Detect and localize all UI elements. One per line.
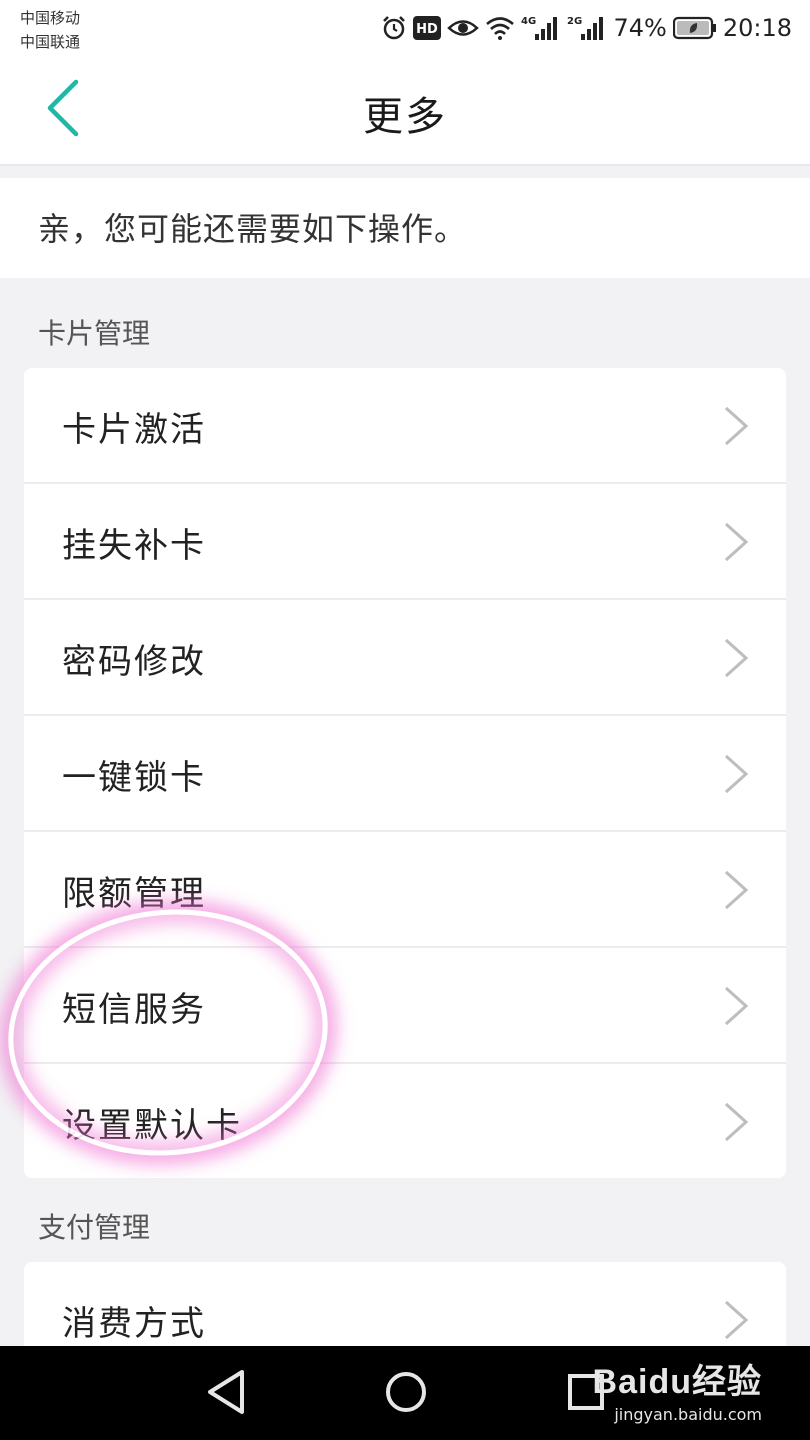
page-title: 更多 — [363, 94, 447, 140]
system-nav-bar: Baidu经验 jingyan.baidu.com — [0, 1346, 810, 1440]
alarm-icon — [383, 16, 406, 40]
net-1-label: 4G — [521, 16, 536, 27]
hd-text: HD — [417, 22, 439, 37]
list-item-sms-service[interactable]: 短信服务 — [24, 948, 786, 1064]
status-bar: 中国移动 中国联通 HD 4G 2G 74% 20:18 — [0, 0, 810, 60]
section-title-payment-management: 支付管理 — [38, 1211, 151, 1244]
nav-bar: 更多 — [0, 60, 810, 166]
list-item-lock-card[interactable]: 一键锁卡 — [24, 716, 786, 832]
list-item-change-password[interactable]: 密码修改 — [24, 600, 786, 716]
item-label: 短信服务 — [62, 990, 206, 1030]
chevron-right-icon — [724, 638, 749, 678]
wifi-icon — [486, 17, 515, 40]
carrier-2: 中国联通 — [20, 33, 81, 51]
triangle-back-icon[interactable] — [204, 1368, 248, 1416]
card-management-list: 卡片激活 挂失补卡 密码修改 一键锁卡 限额管理 短信服务 设置默认卡 — [24, 368, 786, 1178]
baidu-watermark: Baidu经验 jingyan.baidu.com — [593, 1354, 762, 1424]
signal-4g-icon: 4G — [521, 16, 558, 40]
carrier-1: 中国移动 — [20, 9, 81, 27]
chevron-right-icon — [724, 986, 749, 1026]
watermark-brand: Baidu经验 — [592, 1363, 762, 1401]
watermark-url: jingyan.baidu.com — [614, 1405, 762, 1424]
chevron-right-icon — [724, 1102, 749, 1142]
signal-2g-icon: 2G — [567, 16, 604, 40]
chevron-right-icon — [724, 754, 749, 794]
section-title-card-management: 卡片管理 — [38, 317, 151, 350]
item-label: 设置默认卡 — [62, 1106, 242, 1146]
item-label: 卡片激活 — [62, 410, 206, 450]
battery-percent: 74% — [613, 14, 667, 42]
hd-icon: HD — [413, 16, 442, 40]
list-item-report-loss[interactable]: 挂失补卡 — [24, 484, 786, 600]
chevron-right-icon — [724, 1300, 749, 1340]
item-label: 限额管理 — [62, 874, 206, 914]
status-icons: HD 4G 2G 74% 20:18 — [381, 10, 792, 46]
item-label: 一键锁卡 — [62, 758, 206, 798]
list-item-default-card[interactable]: 设置默认卡 — [24, 1064, 786, 1178]
item-label: 挂失补卡 — [62, 526, 206, 566]
chevron-right-icon — [724, 870, 749, 910]
eye-icon — [447, 20, 480, 36]
intro-banner: 亲，您可能还需要如下操作。 — [0, 178, 810, 278]
chevron-right-icon — [724, 406, 749, 446]
list-item-limit-management[interactable]: 限额管理 — [24, 832, 786, 948]
circle-home-icon[interactable] — [384, 1368, 428, 1416]
net-2-label: 2G — [567, 16, 582, 27]
item-label: 消费方式 — [62, 1304, 206, 1344]
item-label: 密码修改 — [62, 642, 206, 682]
chevron-right-icon — [724, 522, 749, 562]
battery-icon — [672, 16, 716, 40]
intro-text: 亲，您可能还需要如下操作。 — [38, 210, 468, 248]
clock: 20:18 — [722, 14, 792, 42]
list-item-card-activation[interactable]: 卡片激活 — [24, 368, 786, 484]
carrier-info: 中国移动 中国联通 — [20, 6, 80, 54]
